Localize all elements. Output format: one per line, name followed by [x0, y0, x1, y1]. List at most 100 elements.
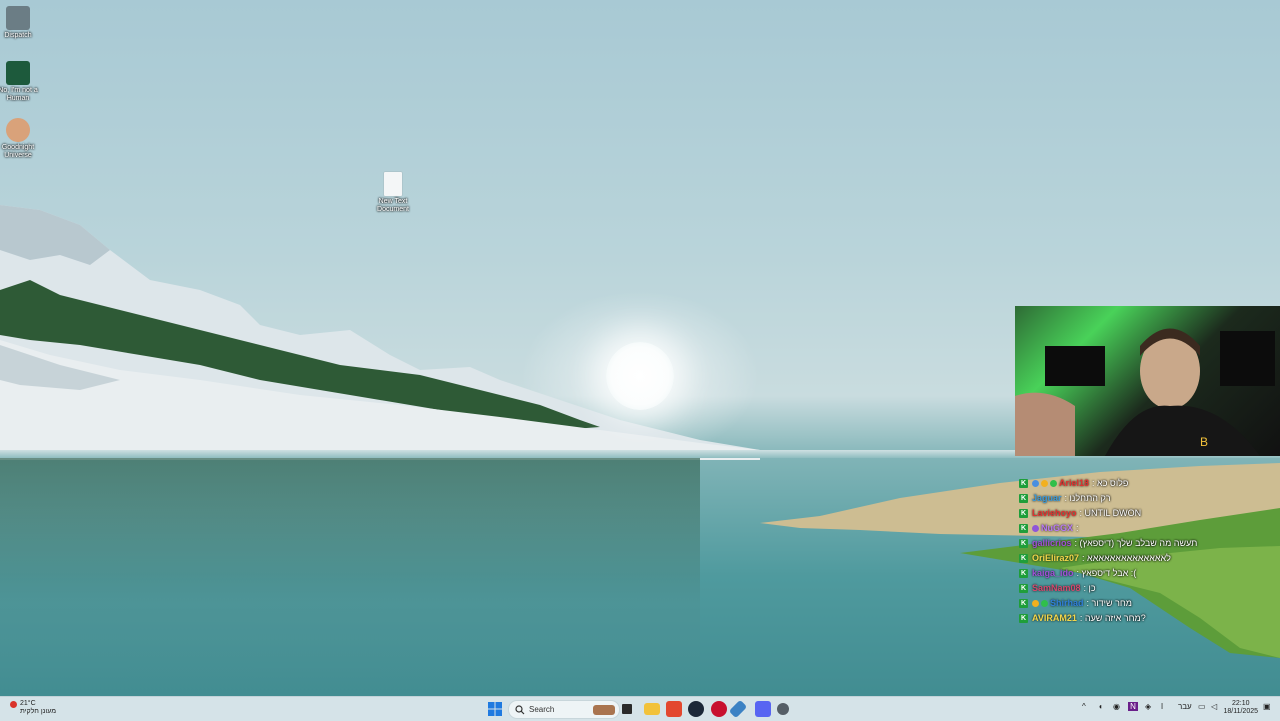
desktop-icon-not-a-human[interactable]: No, I'm not a Human: [0, 61, 42, 103]
not-a-human-app-icon: [6, 61, 30, 85]
chat-text: : רק התחלנו: [1064, 493, 1111, 503]
search-highlight-icon: [593, 704, 615, 715]
chat-username: Laviehoyo: [1032, 508, 1077, 518]
chat-text: : מחר איזה שעה?: [1079, 613, 1146, 623]
kick-icon: K: [1019, 479, 1028, 488]
app-icon: [728, 699, 748, 719]
clock-date: 18/11/2025: [1223, 708, 1258, 715]
weather-widget[interactable]: 21°C מעונן חלקית: [10, 700, 56, 716]
badge-icon: [1041, 480, 1048, 487]
settings-button[interactable]: [777, 701, 789, 717]
kick-icon: K: [1019, 524, 1028, 533]
kick-icon: K: [1019, 614, 1028, 623]
desktop-icon-dispatch[interactable]: Dispatch: [0, 6, 42, 40]
chat-username: SamNam08: [1032, 583, 1081, 593]
brave-icon: [666, 701, 682, 717]
badge-icon: [1050, 480, 1057, 487]
task-view-icon: [622, 704, 632, 714]
tray-app-icon[interactable]: ◈: [1145, 702, 1151, 711]
tray-app-icon[interactable]: ◖: [1098, 702, 1103, 711]
svg-text:B: B: [1200, 435, 1208, 449]
goodnight-universe-app-icon: [6, 118, 30, 142]
badge-icon: [1032, 480, 1039, 487]
gear-icon: [777, 703, 789, 715]
chat-message: K gallicrios : תעשה מה שבלב שלך (דיספאץ): [1016, 536, 1280, 551]
chat-username: AVIRAM21: [1032, 613, 1077, 623]
chat-username: OriEliraz07: [1032, 553, 1080, 563]
tray-app-icon[interactable]: ◉: [1113, 702, 1120, 711]
language-indicator[interactable]: עבר: [1178, 702, 1192, 711]
app-button[interactable]: [728, 699, 748, 719]
task-view-button[interactable]: [622, 701, 632, 717]
desktop-icon-new-text-document[interactable]: New Text Document: [369, 172, 417, 214]
chat-username: Ariel18: [1059, 478, 1090, 488]
folder-icon: [644, 703, 660, 715]
chat-username: kaiga_ido: [1032, 568, 1074, 578]
streamer-silhouette: B: [1015, 328, 1275, 456]
chat-overlay: K Ariel18 : פלוס כא K Jaguar : רק התחלנו…: [1016, 476, 1280, 626]
badge-icon: [1032, 525, 1039, 532]
dispatch-app-icon: [6, 6, 30, 30]
search-icon: [515, 704, 525, 714]
discord-icon: [755, 701, 771, 717]
kick-icon: K: [1019, 539, 1028, 548]
git-client-icon: [711, 701, 727, 717]
chat-text: : לאאאאאאאאאאאאאא: [1082, 553, 1171, 563]
chat-message: K NuGGX :: [1016, 521, 1280, 536]
chat-message: K OriEliraz07 : לאאאאאאאאאאאאאא: [1016, 551, 1280, 566]
tray-app-icon[interactable]: N: [1128, 702, 1138, 711]
chat-message: K Shirhad : מחר שידור: [1016, 596, 1280, 611]
kick-icon: K: [1019, 584, 1028, 593]
git-client-button[interactable]: [711, 701, 727, 717]
sun: [606, 342, 674, 410]
chat-text: : UNTIL DWON: [1079, 508, 1142, 518]
snowy-mountains: [0, 205, 760, 460]
desktop-icon-goodnight-universe[interactable]: Goodnight Universe: [0, 118, 42, 160]
kick-icon: K: [1019, 569, 1028, 578]
chat-text: : אבל דיספאץ :(: [1076, 568, 1137, 578]
clock[interactable]: 22:10 18/11/2025: [1223, 700, 1258, 716]
kick-icon: K: [1019, 494, 1028, 503]
chat-username: NuGGX: [1041, 523, 1074, 533]
chat-message: K SamNam08 : כן: [1016, 581, 1280, 596]
taskbar: 21°C מעונן חלקית Search ^ ◖ ◉ N ◈ ǀ עבר …: [0, 696, 1280, 721]
chat-username: Jaguar: [1032, 493, 1062, 503]
chat-message: K Jaguar : רק התחלנו: [1016, 491, 1280, 506]
kick-icon: K: [1019, 554, 1028, 563]
discord-button[interactable]: [755, 701, 771, 717]
windows-icon: [488, 702, 502, 716]
lake-reflection: [0, 458, 700, 698]
kick-icon: K: [1019, 599, 1028, 608]
tray-overflow-chevron-icon[interactable]: ^: [1082, 702, 1086, 711]
kick-icon: K: [1019, 509, 1028, 518]
weather-desc: מעונן חלקית: [20, 708, 57, 715]
chat-message: K Ariel18 : פלוס כא: [1016, 476, 1280, 491]
start-button[interactable]: [488, 701, 502, 717]
volume-icon[interactable]: ◁: [1211, 702, 1217, 711]
desktop-icon-label: Goodnight Universe: [1, 144, 35, 159]
badge-icon: [1041, 600, 1048, 607]
chat-username: gallicrios: [1032, 538, 1072, 548]
badge-icon: [1032, 600, 1039, 607]
network-icon[interactable]: ▭: [1198, 702, 1206, 711]
chat-message: K kaiga_ido : אבל דיספאץ :(: [1016, 566, 1280, 581]
chat-text: : כן: [1083, 583, 1096, 593]
weather-icon: [10, 700, 17, 708]
weather-temp: 21°C: [20, 700, 36, 707]
chat-text: : מחר שידור: [1086, 598, 1132, 608]
microphone-icon[interactable]: ǀ: [1161, 702, 1163, 711]
chat-username: Shirhad: [1050, 598, 1084, 608]
desktop-icon-label: No, I'm not a Human: [0, 87, 38, 102]
chat-message: K AVIRAM21 : מחר איזה שעה?: [1016, 611, 1280, 626]
taskbar-search[interactable]: Search: [508, 700, 620, 719]
steam-button[interactable]: [688, 701, 704, 717]
brave-button[interactable]: [666, 701, 682, 717]
chat-text: : פלוס כא: [1092, 478, 1129, 488]
notification-icon[interactable]: ▣: [1263, 702, 1271, 711]
desktop-icon-label: Dispatch: [4, 32, 32, 39]
text-file-icon: [384, 172, 402, 196]
chat-text: : תעשה מה שבלב שלך (דיספאץ): [1074, 538, 1198, 548]
chat-text: :: [1076, 523, 1079, 533]
chat-message: K Laviehoyo : UNTIL DWON: [1016, 506, 1280, 521]
file-explorer-button[interactable]: [644, 701, 660, 717]
